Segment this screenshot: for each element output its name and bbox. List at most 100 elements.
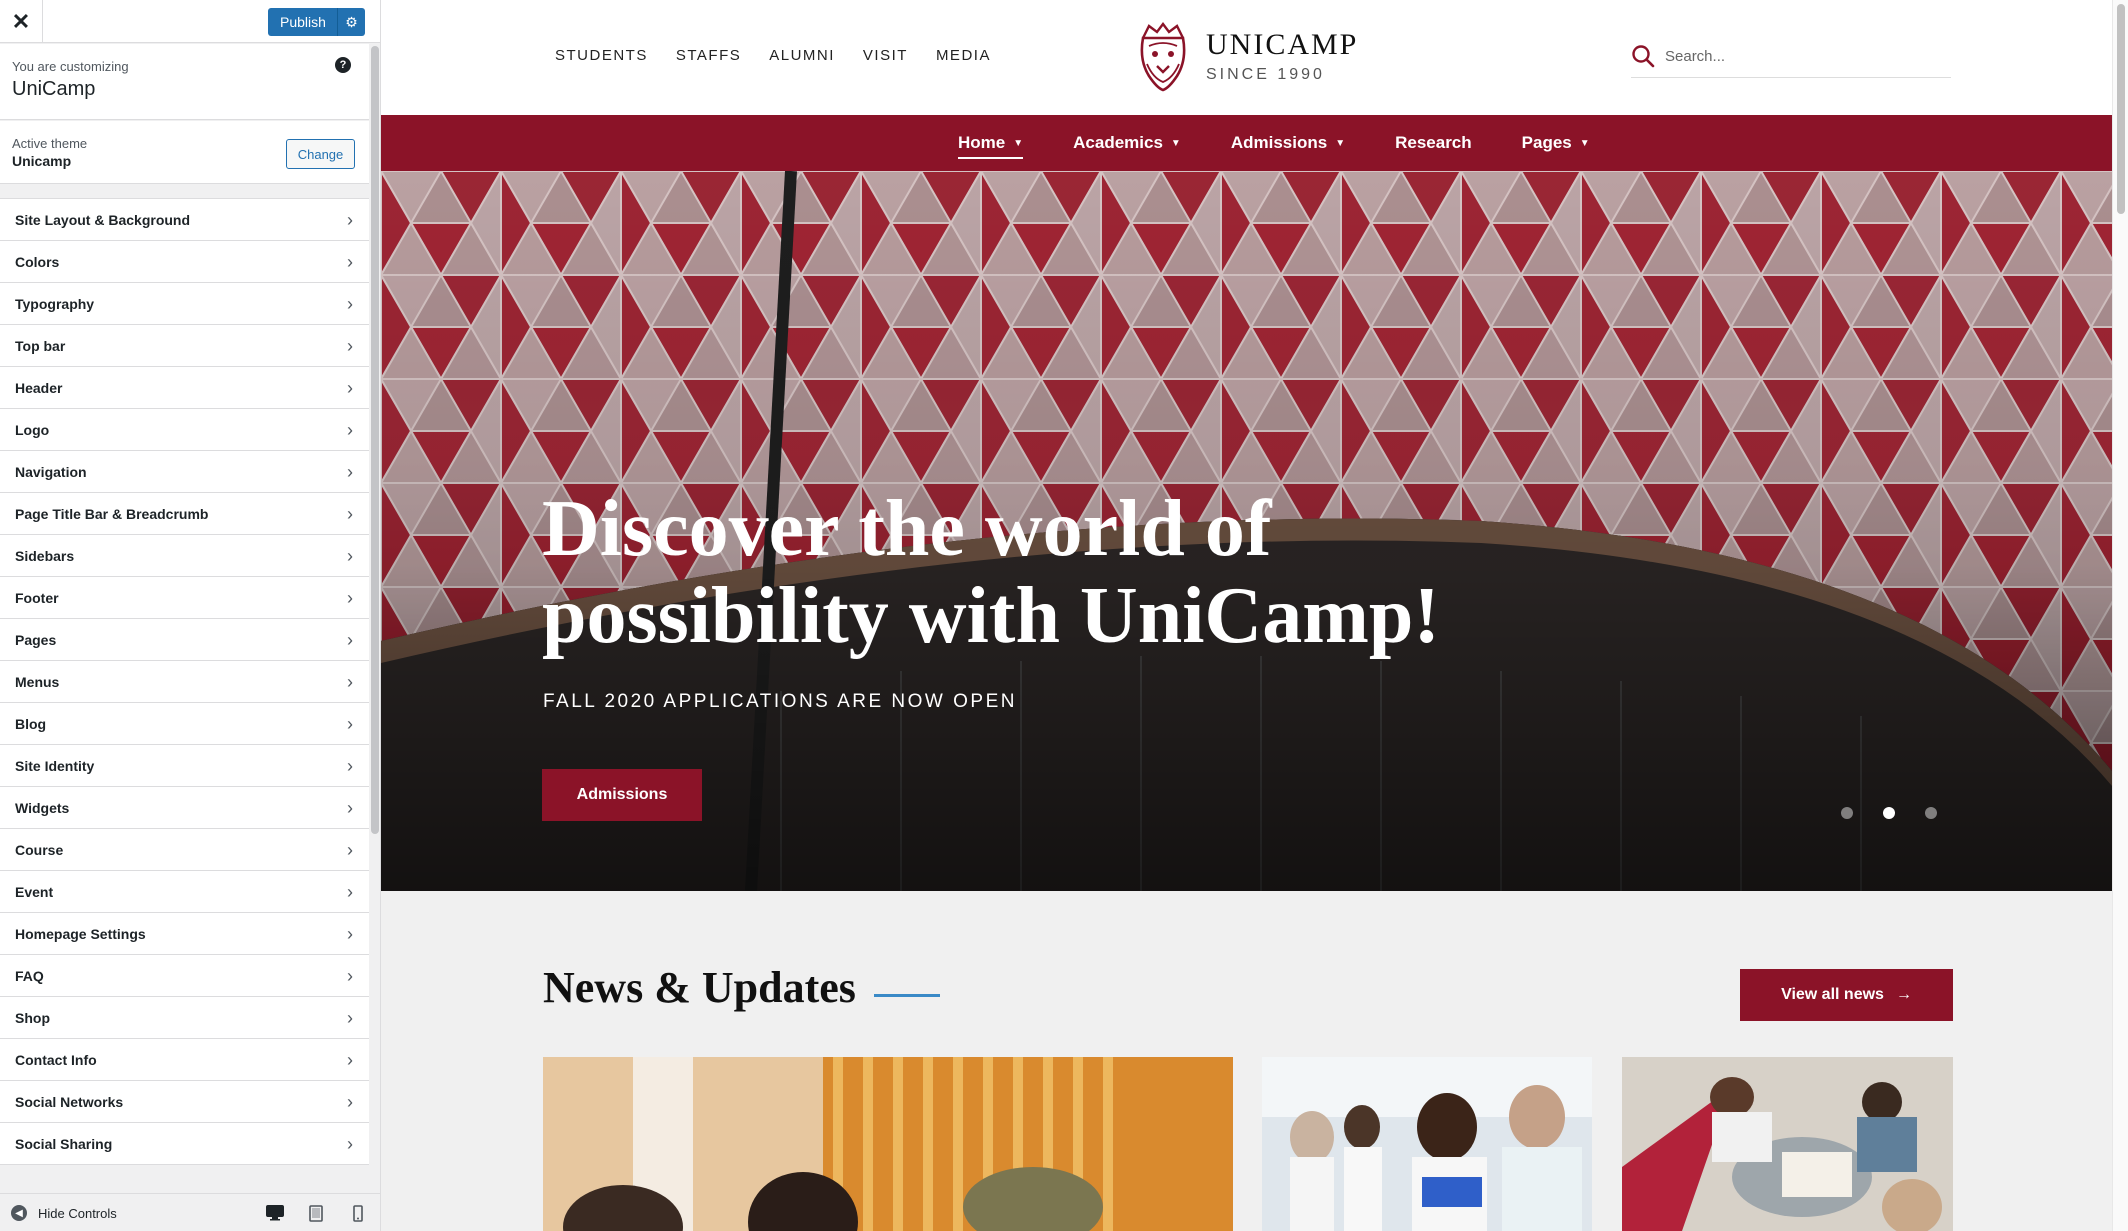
slider-dots: [1841, 807, 1937, 819]
customizer-menu-item[interactable]: Logo ›: [0, 408, 369, 451]
customizer-menu-item[interactable]: Typography ›: [0, 282, 369, 325]
nav-item-label: Admissions: [1230, 133, 1328, 152]
customizer-menu-item[interactable]: Course ›: [0, 828, 369, 871]
customizer-menu-item-label: Shop: [15, 1010, 50, 1026]
customizer-menu-item[interactable]: Pages ›: [0, 618, 369, 661]
slider-dot[interactable]: [1925, 807, 1937, 819]
customizer-menu-item-label: FAQ: [15, 968, 44, 984]
customizer-menu-item[interactable]: Homepage Settings ›: [0, 912, 369, 955]
chevron-down-icon: ▼: [1579, 137, 1590, 149]
publish-button[interactable]: Publish ⚙: [268, 8, 365, 36]
customizing-label: You are customizing: [12, 59, 129, 74]
customizer-menu-item-label: Widgets: [15, 800, 70, 816]
customizer-menu-item-label: Footer: [15, 590, 59, 606]
slider-dot[interactable]: [1883, 807, 1895, 819]
mobile-preview-icon[interactable]: [349, 1204, 367, 1222]
customizer-scrollbar[interactable]: [370, 44, 380, 1191]
view-all-news-button[interactable]: View all news →: [1740, 969, 1953, 1021]
customizer-menu-item[interactable]: Event ›: [0, 870, 369, 913]
chevron-right-icon: ›: [347, 1008, 353, 1028]
customizer-menu-item[interactable]: Contact Info ›: [0, 1038, 369, 1081]
customizer-menu-item-label: Typography: [15, 296, 95, 312]
site-preview: STUDENTS STAFFS ALUMNI VISIT MEDIA UNICAMP S…: [381, 0, 2112, 1231]
lion-logo-icon[interactable]: [1135, 20, 1191, 92]
customizer-menu-item-label: Sidebars: [15, 548, 75, 564]
customizer-header: ✕ Publish ⚙: [0, 0, 380, 43]
customizer-menu-item[interactable]: Site Layout & Background ›: [0, 198, 369, 241]
admissions-button[interactable]: Admissions: [542, 769, 702, 821]
top-link[interactable]: STUDENTS: [555, 47, 648, 64]
top-link[interactable]: STAFFS: [676, 47, 741, 64]
customizer-menu-item-label: Header: [15, 380, 63, 396]
news-card-image-1[interactable]: [543, 1057, 1233, 1231]
chevron-down-icon: ▼: [1013, 137, 1024, 149]
search-box: [1631, 42, 1951, 78]
top-link[interactable]: VISIT: [863, 47, 908, 64]
customizer-menu-item[interactable]: Widgets ›: [0, 786, 369, 829]
customizer-menu-item[interactable]: Sidebars ›: [0, 534, 369, 577]
customizer-menu-item[interactable]: Navigation ›: [0, 450, 369, 493]
gear-icon[interactable]: ⚙: [337, 8, 365, 36]
chevron-right-icon: ›: [347, 1092, 353, 1112]
logo-title[interactable]: UNICAMP: [1206, 28, 1358, 62]
customizer-menu-item[interactable]: Social Networks ›: [0, 1080, 369, 1123]
customizer-menu-item[interactable]: Page Title Bar & Breadcrumb ›: [0, 492, 369, 535]
customizer-menu-item[interactable]: Top bar ›: [0, 324, 369, 367]
preview-scrollbar[interactable]: [2112, 0, 2128, 1231]
customizer-scroll-thumb[interactable]: [371, 46, 379, 834]
customizer-menu-item[interactable]: Header ›: [0, 366, 369, 409]
customizer-menu-item[interactable]: Menus ›: [0, 660, 369, 703]
news-card-image-3[interactable]: [1622, 1057, 1953, 1231]
chevron-right-icon: ›: [347, 1050, 353, 1070]
help-icon[interactable]: ?: [335, 57, 351, 73]
chevron-right-icon: ›: [347, 252, 353, 272]
top-link[interactable]: MEDIA: [936, 47, 991, 64]
customizer-panel: ✕ Publish ⚙ You are customizing UniCamp …: [0, 0, 381, 1231]
top-link[interactable]: ALUMNI: [769, 47, 835, 64]
tablet-preview-icon[interactable]: [307, 1204, 325, 1222]
customizer-menu-item[interactable]: Blog ›: [0, 702, 369, 745]
preview-scroll-thumb[interactable]: [2117, 4, 2125, 214]
customizer-menu-item-label: Event: [15, 884, 54, 900]
chevron-right-icon: ›: [347, 714, 353, 734]
hide-controls-button[interactable]: Hide Controls: [38, 1206, 117, 1221]
nav-item[interactable]: Research: [1370, 115, 1497, 171]
customizer-menu-item[interactable]: Shop ›: [0, 996, 369, 1039]
collapse-icon[interactable]: ◀: [11, 1205, 27, 1221]
nav-item[interactable]: Home ▼: [933, 115, 1048, 171]
nav-item[interactable]: Pages ▼: [1497, 115, 1615, 171]
customizer-menu-item-label: Homepage Settings: [15, 926, 146, 942]
nav-item-label: Research: [1395, 133, 1472, 152]
hero-slider: Discover the world of possibility with U…: [381, 171, 2112, 891]
slider-dot[interactable]: [1841, 807, 1853, 819]
chevron-right-icon: ›: [347, 966, 353, 986]
customizer-menu-item[interactable]: Footer ›: [0, 576, 369, 619]
change-theme-button[interactable]: Change: [286, 139, 355, 169]
chevron-down-icon: ▼: [1170, 137, 1181, 149]
customizer-menu-item[interactable]: Site Identity ›: [0, 744, 369, 787]
customizer-menu-item[interactable]: FAQ ›: [0, 954, 369, 997]
desktop-preview-icon[interactable]: [266, 1204, 284, 1222]
arrow-right-icon: →: [1895, 986, 1912, 1003]
customizer-menu-item-label: Site Layout & Background: [15, 212, 191, 228]
chevron-down-icon: ▼: [1335, 137, 1346, 149]
nav-item-label: Pages: [1521, 133, 1572, 152]
search-icon[interactable]: [1631, 44, 1655, 68]
customizer-menu-item-label: Colors: [15, 254, 60, 270]
nav-item[interactable]: Academics ▼: [1048, 115, 1206, 171]
nav-item-label: Home: [958, 133, 1006, 152]
chevron-right-icon: ›: [347, 882, 353, 902]
news-card-image-2[interactable]: [1262, 1057, 1592, 1231]
top-links: STUDENTS STAFFS ALUMNI VISIT MEDIA: [555, 47, 991, 64]
site-name: UniCamp: [12, 78, 96, 100]
search-input[interactable]: [1665, 44, 1945, 68]
title-decoration: [874, 994, 940, 997]
customizer-menu-item-label: Page Title Bar & Breadcrumb: [15, 506, 209, 522]
customizer-menu-item[interactable]: Social Sharing ›: [0, 1122, 369, 1165]
customizer-menu-item[interactable]: Colors ›: [0, 240, 369, 283]
chevron-right-icon: ›: [347, 294, 353, 314]
logo-subtitle: SINCE 1990: [1206, 66, 1325, 83]
nav-item[interactable]: Admissions ▼: [1206, 115, 1370, 171]
close-icon[interactable]: ✕: [0, 0, 43, 43]
customizer-menu-item-label: Navigation: [15, 464, 87, 480]
